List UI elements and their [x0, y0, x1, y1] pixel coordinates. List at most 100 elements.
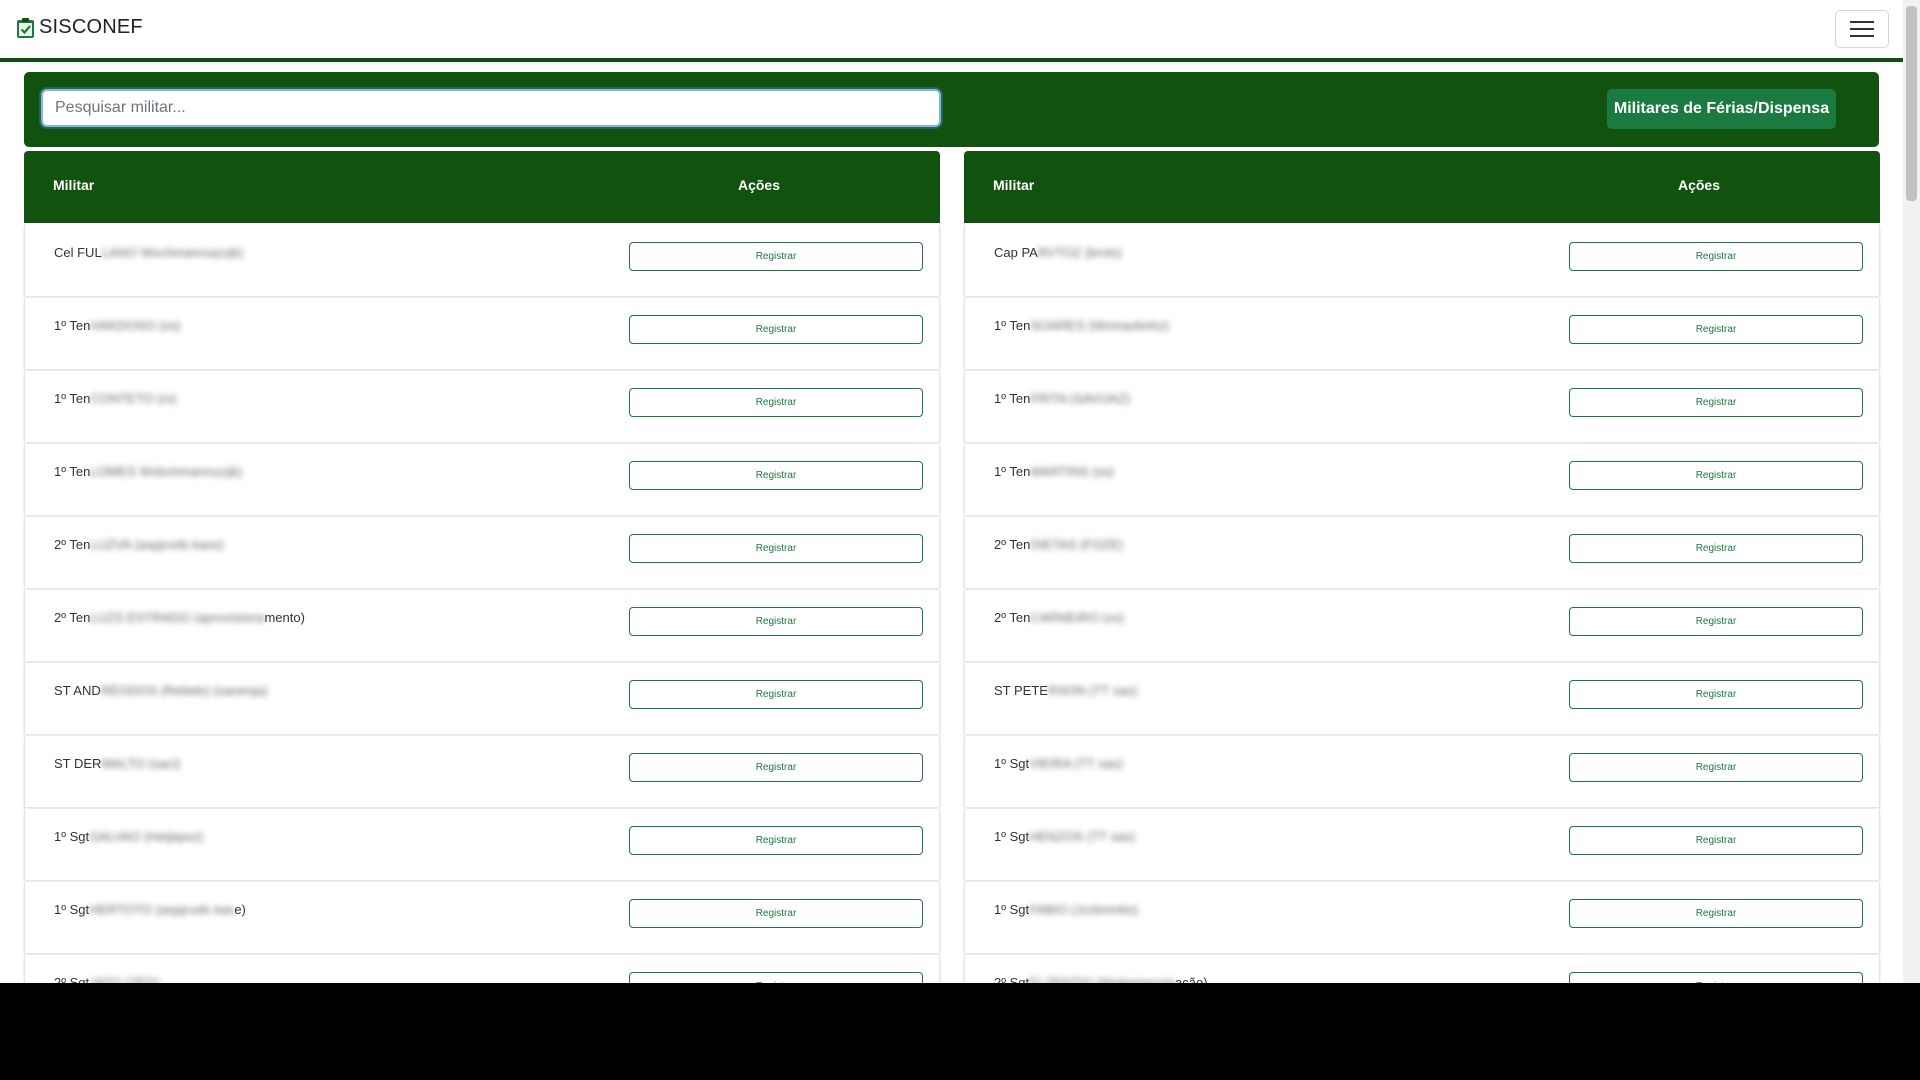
military-name-suffix: ação)	[1175, 975, 1208, 983]
register-button[interactable]: Registrar	[1569, 461, 1863, 490]
register-button[interactable]: Registrar	[629, 753, 923, 782]
military-name-redacted: RSON (TT sas)	[1047, 683, 1138, 698]
military-name: 1º SgtGALVAO (Hetjapsz)	[54, 829, 204, 844]
search-input[interactable]	[41, 89, 941, 127]
military-rank: 1º Sgt	[994, 902, 1030, 917]
military-name-redacted: MALTO (saci)	[101, 756, 181, 771]
military-rank: 2º Ten	[994, 537, 1031, 552]
app-title: SISCONEF	[39, 16, 143, 38]
table-row: Cap PARVTOZ (brvts) Registrar	[964, 225, 1880, 296]
column-header-militar: Militar	[993, 177, 1035, 193]
military-name: ST PETERSON (TT sas)	[994, 683, 1137, 698]
military-name-redacted: GALVAO (Hetjapsz)	[89, 829, 204, 844]
table-row: ST PETERSON (TT sas) Registrar	[964, 663, 1880, 734]
military-name-suffix: e)	[234, 902, 246, 917]
menu-toggle-button[interactable]	[1835, 10, 1889, 48]
table-row: 1º SgtVIEIRA (TT sas) Registrar	[964, 736, 1880, 807]
register-button[interactable]: Registrar	[629, 461, 923, 490]
military-rank: 2º Ten	[994, 610, 1031, 625]
military-rank: 2º Sgt	[994, 975, 1030, 983]
register-button[interactable]: Registrar	[1569, 607, 1863, 636]
military-name: Cel FULLANO Wxchmanrsazzjk)	[54, 245, 243, 260]
table-row: 2º TenLUZS ESTRADO (aprovisionamento) Reg…	[24, 590, 940, 661]
screen-bottom-area	[0, 983, 1920, 1080]
military-name-redacted: FRITA (SAVIJAZ)	[1030, 391, 1131, 406]
browser-viewport: SISCONEF Militares de Férias/Dispensa Mi…	[0, 0, 1920, 983]
register-button[interactable]: Registrar	[1569, 388, 1863, 417]
table-row: 1º TenMARTINS (xs) Registrar	[964, 444, 1880, 515]
military-name: 1º TenMARTINS (xs)	[994, 464, 1114, 479]
military-table-right: Militar Ações Cap PARVTOZ (brvts) Registr…	[964, 151, 1880, 983]
column-header-acoes: Ações	[1677, 177, 1721, 193]
clipboard-check-icon	[17, 17, 34, 38]
column-header-militar: Militar	[53, 177, 95, 193]
military-name: 2º TenCARNEIRO (xs)	[994, 610, 1124, 625]
military-name-redacted: JATO (ZED)	[89, 975, 160, 983]
table-row: ST DERMALTO (saci) Registrar	[24, 736, 940, 807]
military-rank: 1º Sgt	[54, 829, 90, 844]
register-button[interactable]: Registrar	[629, 972, 923, 983]
register-button[interactable]: Registrar	[1569, 680, 1863, 709]
military-table-left: Militar Ações Cel FULLANO Wxchmanrsazzjk…	[24, 151, 940, 983]
table-row: 1º TenSOARES (Wnmazbnhz) Registrar	[964, 298, 1880, 369]
military-name-redacted: DIETAS (FOZE)	[1030, 537, 1124, 552]
military-rank: ST DER	[54, 756, 102, 771]
military-name: 1º TenCONTETO (rs)	[54, 391, 177, 406]
military-name-suffix: mento)	[264, 610, 305, 625]
register-button[interactable]: Registrar	[1569, 899, 1863, 928]
register-button[interactable]: Registrar	[629, 534, 923, 563]
brand[interactable]: SISCONEF	[16, 16, 143, 39]
military-rank: 2º Ten	[54, 537, 91, 552]
table-row: 2º TenCARNEIRO (xs) Registrar	[964, 590, 1880, 661]
military-rank: 1º Sgt	[994, 829, 1030, 844]
military-name-redacted: FABIO (Jzzbnmbs)	[1029, 902, 1139, 917]
table-row: 2º TenLUZVA (aspjcvds kass) Registrar	[24, 517, 940, 588]
register-button[interactable]: Registrar	[629, 242, 923, 271]
military-name-redacted: HENZOS (TT sas)	[1029, 829, 1136, 844]
table-row: ST ANDRÉODOS (Rebids) (sanenja) Registrar	[24, 663, 940, 734]
military-name-redacted: VIEIRA (TT sas)	[1029, 756, 1123, 771]
vacation-leave-button[interactable]: Militares de Férias/Dispensa	[1607, 89, 1836, 129]
military-name: 1º TenSOARES (Wnmazbnhz)	[994, 318, 1169, 333]
military-name-redacted: RVTOZ (brvts)	[1037, 245, 1122, 260]
table-row: 1º TenLOMES Wxbchmanrszzjk) Registrar	[24, 444, 940, 515]
military-rank: 1º Ten	[54, 318, 91, 333]
military-name-redacted: CONTETO (rs)	[90, 391, 177, 406]
military-name: 1º SgtHERTOTO (aspjcvds kase)	[54, 902, 246, 917]
register-button[interactable]: Registrar	[1569, 972, 1863, 983]
military-rank: 2º Ten	[54, 610, 91, 625]
register-button[interactable]: Registrar	[629, 607, 923, 636]
military-name: 2º TenDIETAS (FOZE)	[994, 537, 1123, 552]
table-row: 2º SgtELZENTIO (Wxbnmsnzinação) Registrar	[964, 955, 1880, 983]
register-button[interactable]: Registrar	[629, 899, 923, 928]
military-rank: 1º Ten	[994, 391, 1031, 406]
table-row: Cel FULLANO Wxchmanrsazzjk) Registrar	[24, 225, 940, 296]
register-button[interactable]: Registrar	[1569, 315, 1863, 344]
military-name-redacted: LUZS ESTRADO (aprovisiona	[90, 610, 265, 625]
military-name: ST DERMALTO (saci)	[54, 756, 180, 771]
military-name-redacted: HAKDOSO (xs)	[90, 318, 181, 333]
register-button[interactable]: Registrar	[629, 388, 923, 417]
vertical-scrollbar[interactable]	[1903, 0, 1920, 983]
military-name: 1º SgtFABIO (Jzzbnmbs)	[994, 902, 1138, 917]
register-button[interactable]: Registrar	[1569, 242, 1863, 271]
military-name: 2º SgtJATO (ZED)	[54, 975, 159, 983]
table-header: Militar Ações	[24, 151, 940, 223]
register-button[interactable]: Registrar	[1569, 534, 1863, 563]
table-row: 1º SgtHERTOTO (aspjcvds kase) Registrar	[24, 882, 940, 953]
table-row: 1º TenFRITA (SAVIJAZ) Registrar	[964, 371, 1880, 442]
register-button[interactable]: Registrar	[629, 826, 923, 855]
register-button[interactable]: Registrar	[629, 680, 923, 709]
register-button[interactable]: Registrar	[1569, 753, 1863, 782]
table-row: 2º TenDIETAS (FOZE) Registrar	[964, 517, 1880, 588]
military-rank: ST PETE	[994, 683, 1048, 698]
military-name-redacted: ELZENTIO (Wxbnmsnzin	[1029, 975, 1176, 983]
military-name: 1º TenFRITA (SAVIJAZ)	[994, 391, 1130, 406]
register-button[interactable]: Registrar	[629, 315, 923, 344]
scrollbar-thumb[interactable]	[1906, 6, 1917, 201]
table-row: 1º SgtGALVAO (Hetjapsz) Registrar	[24, 809, 940, 880]
military-name-redacted: CARNEIRO (xs)	[1030, 610, 1125, 625]
register-button[interactable]: Registrar	[1569, 826, 1863, 855]
military-rank: Cap PA	[994, 245, 1038, 260]
military-name-redacted: LUZVA (aspjcvds kass)	[90, 537, 224, 552]
